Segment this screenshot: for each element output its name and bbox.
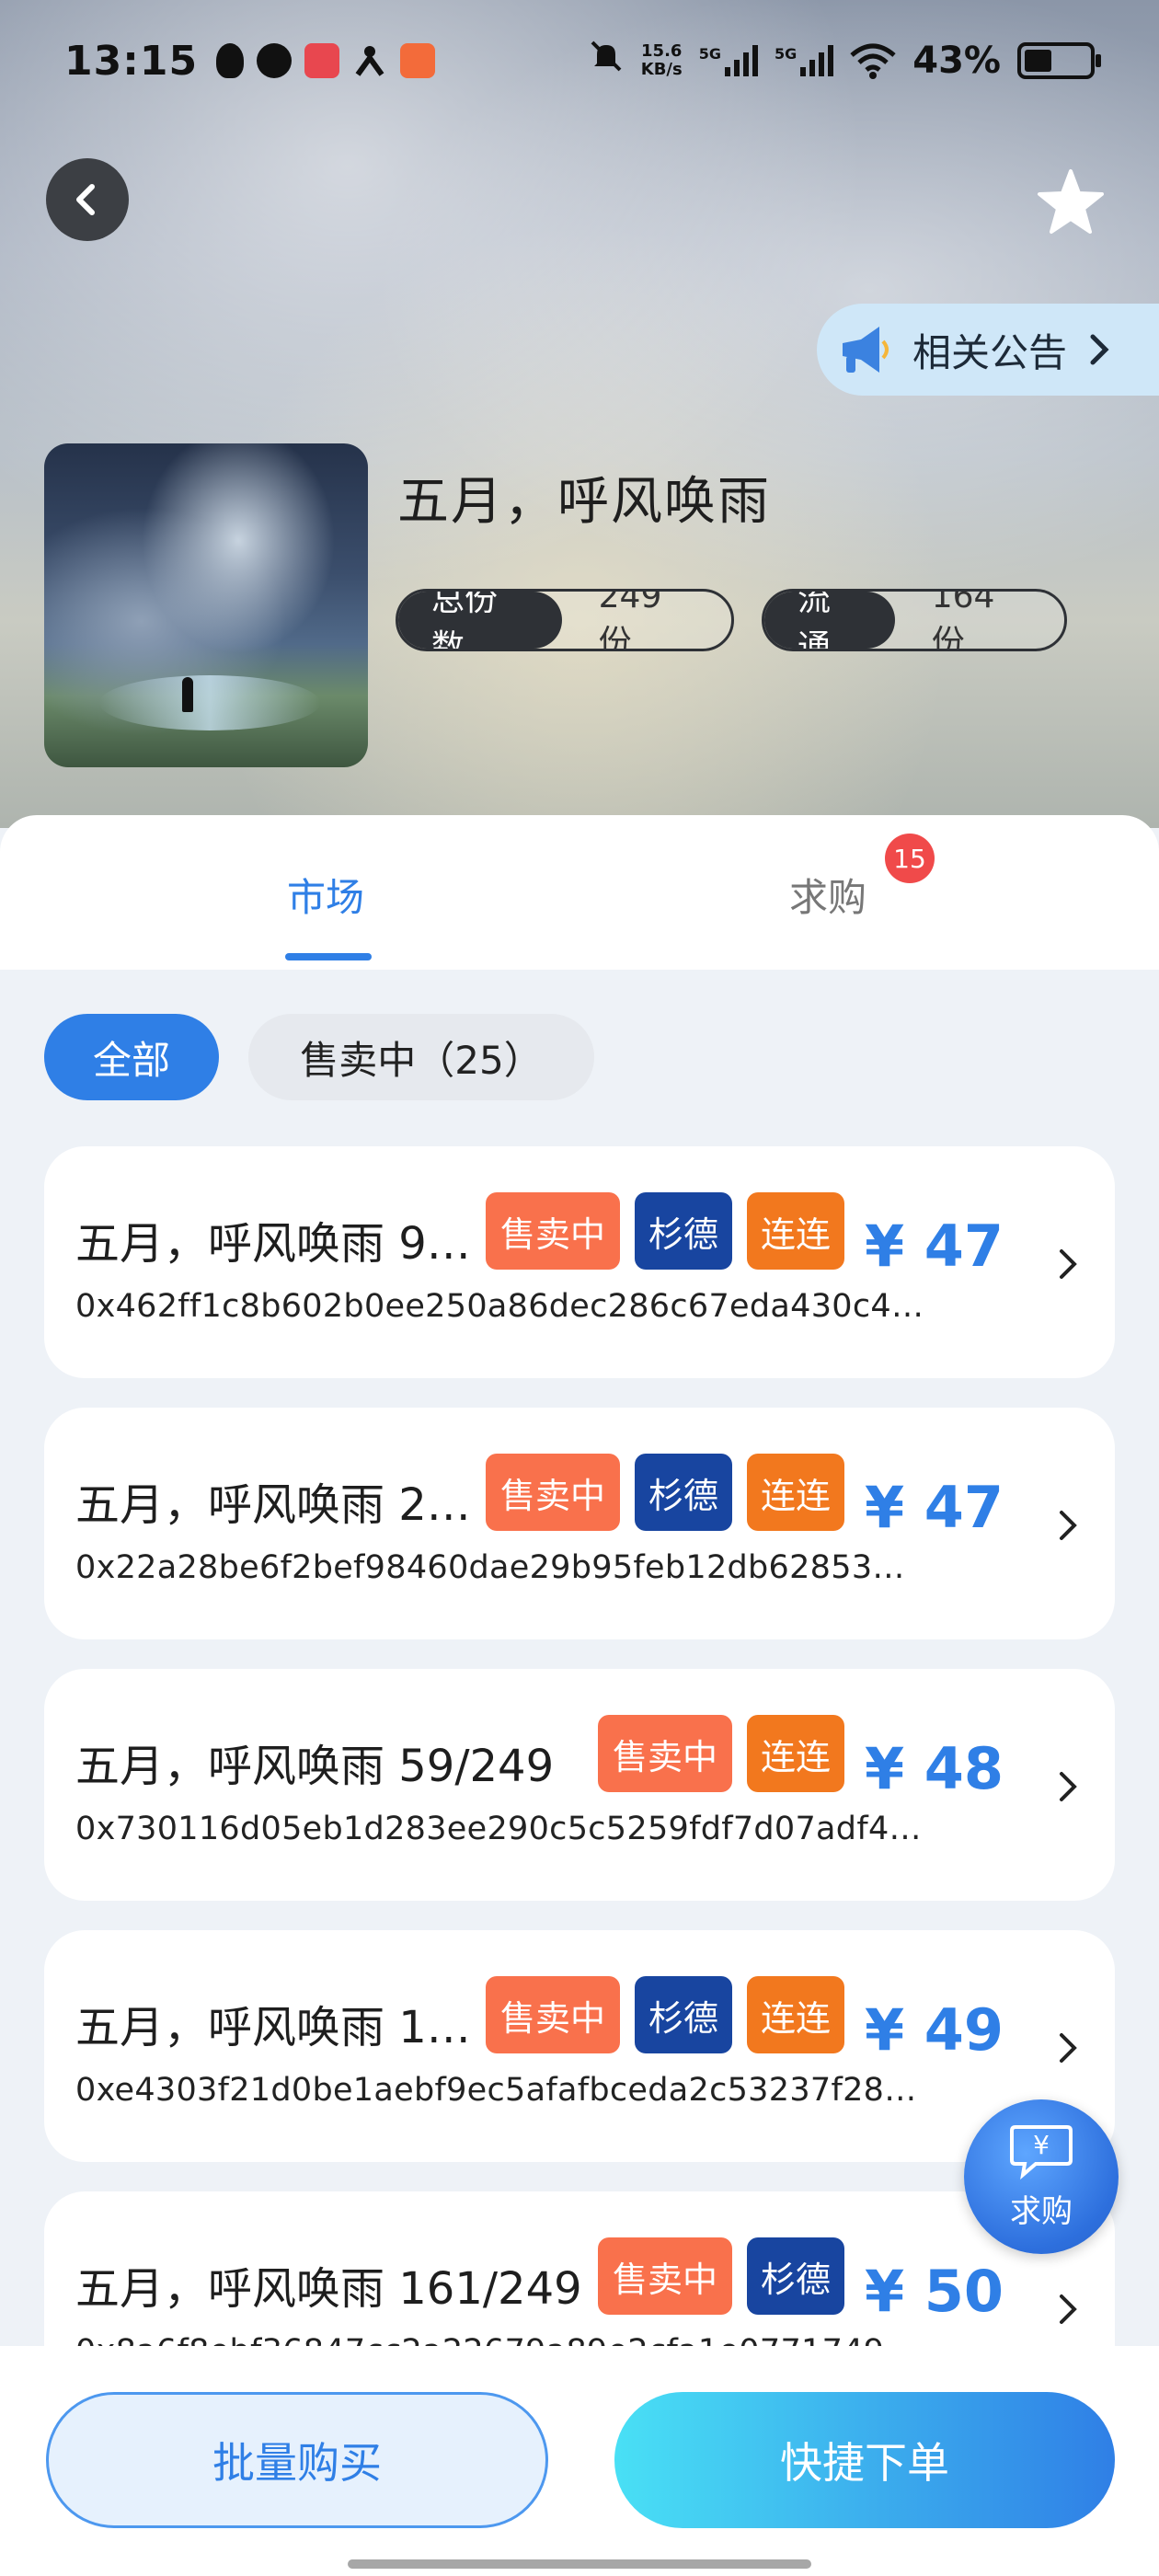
listing-address: 0x462ff1c8b602b0ee250a86dec286c67eda430c… bbox=[75, 1288, 924, 1325]
back-button[interactable] bbox=[46, 158, 129, 241]
total-supply-label: 总份数 bbox=[398, 592, 562, 649]
listing-card[interactable]: 五月，呼风唤雨 59/249 连连 售卖中 ¥ 48 0x730116d05eb1d28… bbox=[44, 1669, 1115, 1901]
collection-title: 五月，呼风唤雨 bbox=[397, 472, 771, 532]
app-icon-orange bbox=[400, 43, 436, 78]
signal-label-1: 5G bbox=[698, 45, 721, 63]
bottom-action-bar: 批量购买 快捷下单 bbox=[0, 2346, 1159, 2576]
battery-percent: 43% bbox=[912, 40, 1001, 82]
batch-buy-button[interactable]: 批量购买 bbox=[46, 2392, 548, 2528]
collection-cover-image bbox=[44, 443, 368, 767]
status-bar: 13:15 15.6 KB/s 5G 5G 43% bbox=[64, 33, 1101, 88]
wifi-icon bbox=[850, 43, 896, 79]
yuan-glyph: ¥ bbox=[1033, 2130, 1050, 2160]
megaphone-icon bbox=[843, 327, 889, 373]
tag-on-sale: 售卖中 bbox=[486, 1976, 620, 2053]
listing-card[interactable]: 五月，呼风唤雨 161/249杉德售卖中¥ 500x8a6f8ebf36847c… bbox=[44, 2191, 1115, 2370]
chevron-right-icon bbox=[1060, 2294, 1077, 2324]
total-supply-value: 249份 bbox=[598, 589, 662, 651]
listing-name: 五月，呼风唤雨 161/249 bbox=[75, 2263, 582, 2315]
listing-name: 五月，呼风唤雨 59/249 bbox=[75, 1741, 555, 1792]
tag-sande: 杉德 bbox=[635, 1192, 732, 1270]
tag-sande: 杉德 bbox=[747, 2237, 844, 2315]
star-icon bbox=[1038, 169, 1104, 234]
person-icon bbox=[352, 43, 387, 78]
wechat-icon bbox=[257, 43, 293, 78]
listing-price: ¥ 48 bbox=[865, 1735, 1004, 1802]
listing-address: 0xe4303f21d0be1aebf9ec5afafbceda2c53237f… bbox=[75, 2072, 917, 2109]
status-time: 13:15 bbox=[64, 37, 199, 85]
home-indicator[interactable] bbox=[348, 2559, 811, 2569]
quick-order-button[interactable]: 快捷下单 bbox=[614, 2392, 1115, 2528]
mute-icon bbox=[588, 38, 625, 84]
announcement-label: 相关公告 bbox=[912, 329, 1068, 375]
listing-address: 0x22a28be6f2bef98460dae29b95feb12db62853… bbox=[75, 1549, 905, 1586]
favorite-button[interactable] bbox=[1032, 164, 1109, 241]
tag-lianlian: 连连 bbox=[747, 1454, 844, 1531]
chevron-right-icon bbox=[1090, 334, 1109, 365]
tab-bar: 市场 求购 15 bbox=[0, 815, 1159, 970]
signal-bars-icon bbox=[724, 45, 758, 76]
chevron-left-icon bbox=[76, 184, 95, 215]
circulation-label: 流通 bbox=[764, 592, 895, 649]
buy-request-float-label: 求购 bbox=[1010, 2192, 1073, 2230]
tag-on-sale: 售卖中 bbox=[486, 1454, 620, 1531]
buy-requests-count-badge: 15 bbox=[885, 834, 935, 883]
circulation-pill: 流通 164份 bbox=[762, 589, 1067, 651]
signal-1: 5G bbox=[699, 45, 758, 76]
filter-all-button[interactable]: 全部 bbox=[44, 1014, 219, 1100]
listing-price: ¥ 49 bbox=[865, 1996, 1004, 2064]
listing-name: 五月，呼风唤雨 1… bbox=[75, 2002, 471, 2053]
qq-icon bbox=[216, 43, 245, 78]
tab-market[interactable]: 市场 bbox=[287, 867, 364, 923]
signal-bars-icon bbox=[800, 45, 834, 76]
total-supply-pill: 总份数 249份 bbox=[396, 589, 734, 651]
network-speed-unit: KB/s bbox=[640, 60, 683, 79]
app-icon bbox=[304, 43, 340, 78]
listing-name: 五月，呼风唤雨 9… bbox=[75, 1218, 471, 1270]
buy-request-float-button[interactable]: ¥ 求购 bbox=[964, 2099, 1119, 2254]
listing-card[interactable]: 五月，呼风唤雨 2… 连连 杉德 售卖中 ¥ 47 0x22a28be6f2bef9846… bbox=[44, 1408, 1115, 1639]
signal-label-2: 5G bbox=[774, 45, 798, 63]
tag-lianlian: 连连 bbox=[747, 1715, 844, 1792]
chevron-right-icon bbox=[1060, 1249, 1077, 1279]
network-speed: 15.6 KB/s bbox=[641, 42, 683, 79]
battery-icon bbox=[1017, 42, 1101, 79]
network-speed-value: 15.6 bbox=[641, 41, 683, 61]
listing-price: ¥ 47 bbox=[865, 1213, 1004, 1280]
tag-on-sale: 售卖中 bbox=[598, 2237, 732, 2315]
hero-banner: 13:15 15.6 KB/s 5G 5G 43% 相关公告 五月，呼风唤雨 总… bbox=[0, 0, 1159, 828]
tag-sande: 杉德 bbox=[635, 1454, 732, 1531]
listing-price: ¥ 50 bbox=[865, 2258, 1004, 2325]
listing-card[interactable]: 五月，呼风唤雨 1… 连连 杉德 售卖中 ¥ 49 0xe4303f21d0be1aebf… bbox=[44, 1930, 1115, 2162]
circulation-value: 164份 bbox=[931, 589, 995, 651]
tag-on-sale: 售卖中 bbox=[486, 1192, 620, 1270]
listing-price: ¥ 47 bbox=[865, 1474, 1004, 1541]
listing-card[interactable]: 五月，呼风唤雨 9… 连连 杉德 售卖中 ¥ 47 0x462ff1c8b602b0ee2… bbox=[44, 1146, 1115, 1378]
tab-buy-requests[interactable]: 求购 bbox=[789, 867, 866, 923]
tag-lianlian: 连连 bbox=[747, 1976, 844, 2053]
listing-name: 五月，呼风唤雨 2… bbox=[75, 1479, 471, 1531]
tab-active-indicator bbox=[285, 953, 372, 960]
chevron-right-icon bbox=[1060, 1772, 1077, 1801]
signal-2: 5G bbox=[774, 45, 834, 76]
filter-on-sale-button[interactable]: 售卖中（25） bbox=[248, 1014, 594, 1100]
tag-on-sale: 售卖中 bbox=[598, 1715, 732, 1792]
chat-yuan-icon: ¥ bbox=[1010, 2124, 1073, 2179]
tag-sande: 杉德 bbox=[635, 1976, 732, 2053]
tag-lianlian: 连连 bbox=[747, 1192, 844, 1270]
listing-address: 0x730116d05eb1d283ee290c5c5259fdf7d07adf… bbox=[75, 1811, 922, 1847]
chevron-right-icon bbox=[1060, 2033, 1077, 2063]
chevron-right-icon bbox=[1060, 1511, 1077, 1540]
announcement-button[interactable]: 相关公告 bbox=[817, 304, 1159, 396]
